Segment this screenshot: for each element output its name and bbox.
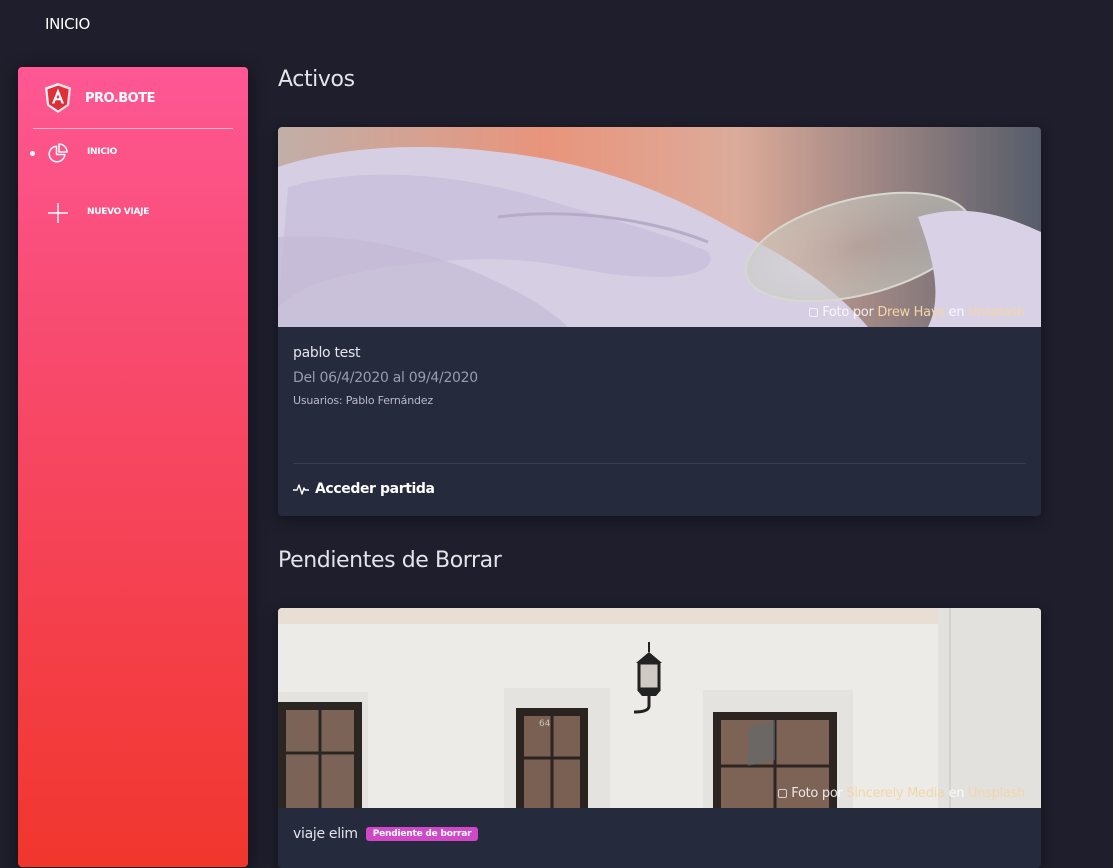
active-indicator bbox=[30, 151, 35, 156]
section-title-active: Activos bbox=[278, 67, 355, 92]
credit-prefix: Foto por bbox=[822, 305, 874, 320]
credit-site-link[interactable]: Unsplash bbox=[968, 305, 1025, 320]
status-badge: Pendiente de borrar bbox=[365, 827, 479, 841]
trip-cover-image: 64 Foto por Sincerely Media en Unsplash bbox=[278, 608, 1041, 808]
sidebar-item-label: NUEVO VIAJE bbox=[87, 207, 150, 217]
trip-cover-photo: 64 bbox=[278, 608, 1041, 808]
photo-credit: Foto por Sincerely Media en Unsplash bbox=[778, 786, 1025, 801]
camera-icon bbox=[778, 789, 788, 798]
brand[interactable]: PRO.BOTE bbox=[45, 83, 155, 113]
sidebar-item-nuevo-viaje[interactable]: NUEVO VIAJE bbox=[18, 197, 248, 229]
sidebar-item-label: INICIO bbox=[87, 147, 118, 157]
trip-name-row: viaje elim Pendiente de borrar bbox=[293, 826, 1026, 842]
page-title: INICIO bbox=[45, 15, 90, 33]
trip-card-pending: 64 Foto por Sincerely Media en Unsplash … bbox=[278, 608, 1041, 868]
card-divider bbox=[293, 463, 1026, 464]
access-game-label: Acceder partida bbox=[315, 481, 435, 497]
camera-icon bbox=[809, 308, 819, 317]
credit-joiner: en bbox=[948, 786, 965, 801]
sidebar: PRO.BOTE INICIO NUEVO VIAJE bbox=[18, 67, 248, 867]
access-game-button[interactable]: Acceder partida bbox=[293, 481, 435, 497]
credit-author-link[interactable]: Sincerely Media bbox=[846, 786, 945, 801]
section-title-pending: Pendientes de Borrar bbox=[278, 548, 502, 573]
pulse-icon bbox=[293, 484, 309, 495]
trip-cover-photo bbox=[278, 127, 1041, 327]
svg-text:64: 64 bbox=[539, 719, 551, 729]
brand-name: PRO.BOTE bbox=[85, 90, 155, 106]
credit-prefix: Foto por bbox=[791, 786, 843, 801]
trip-users: Usuarios: Pablo Fernández bbox=[293, 394, 433, 407]
credit-joiner: en bbox=[948, 305, 965, 320]
pie-chart-icon bbox=[48, 143, 68, 163]
plus-icon bbox=[48, 203, 68, 223]
trip-name: viaje elim bbox=[293, 826, 358, 842]
credit-author-link[interactable]: Drew Hays bbox=[877, 305, 945, 320]
sidebar-item-inicio[interactable]: INICIO bbox=[18, 137, 248, 169]
sidebar-divider bbox=[33, 128, 233, 129]
trip-card: Foto por Drew Hays en Unsplash pablo tes… bbox=[278, 127, 1041, 516]
trip-cover-image: Foto por Drew Hays en Unsplash bbox=[278, 127, 1041, 327]
trip-dates: Del 06/4/2020 al 09/4/2020 bbox=[293, 370, 478, 386]
trip-name: pablo test bbox=[293, 345, 361, 361]
photo-credit: Foto por Drew Hays en Unsplash bbox=[809, 305, 1025, 320]
credit-site-link[interactable]: Unsplash bbox=[968, 786, 1025, 801]
top-bar: INICIO bbox=[0, 0, 1113, 50]
angular-logo-icon bbox=[45, 83, 71, 113]
